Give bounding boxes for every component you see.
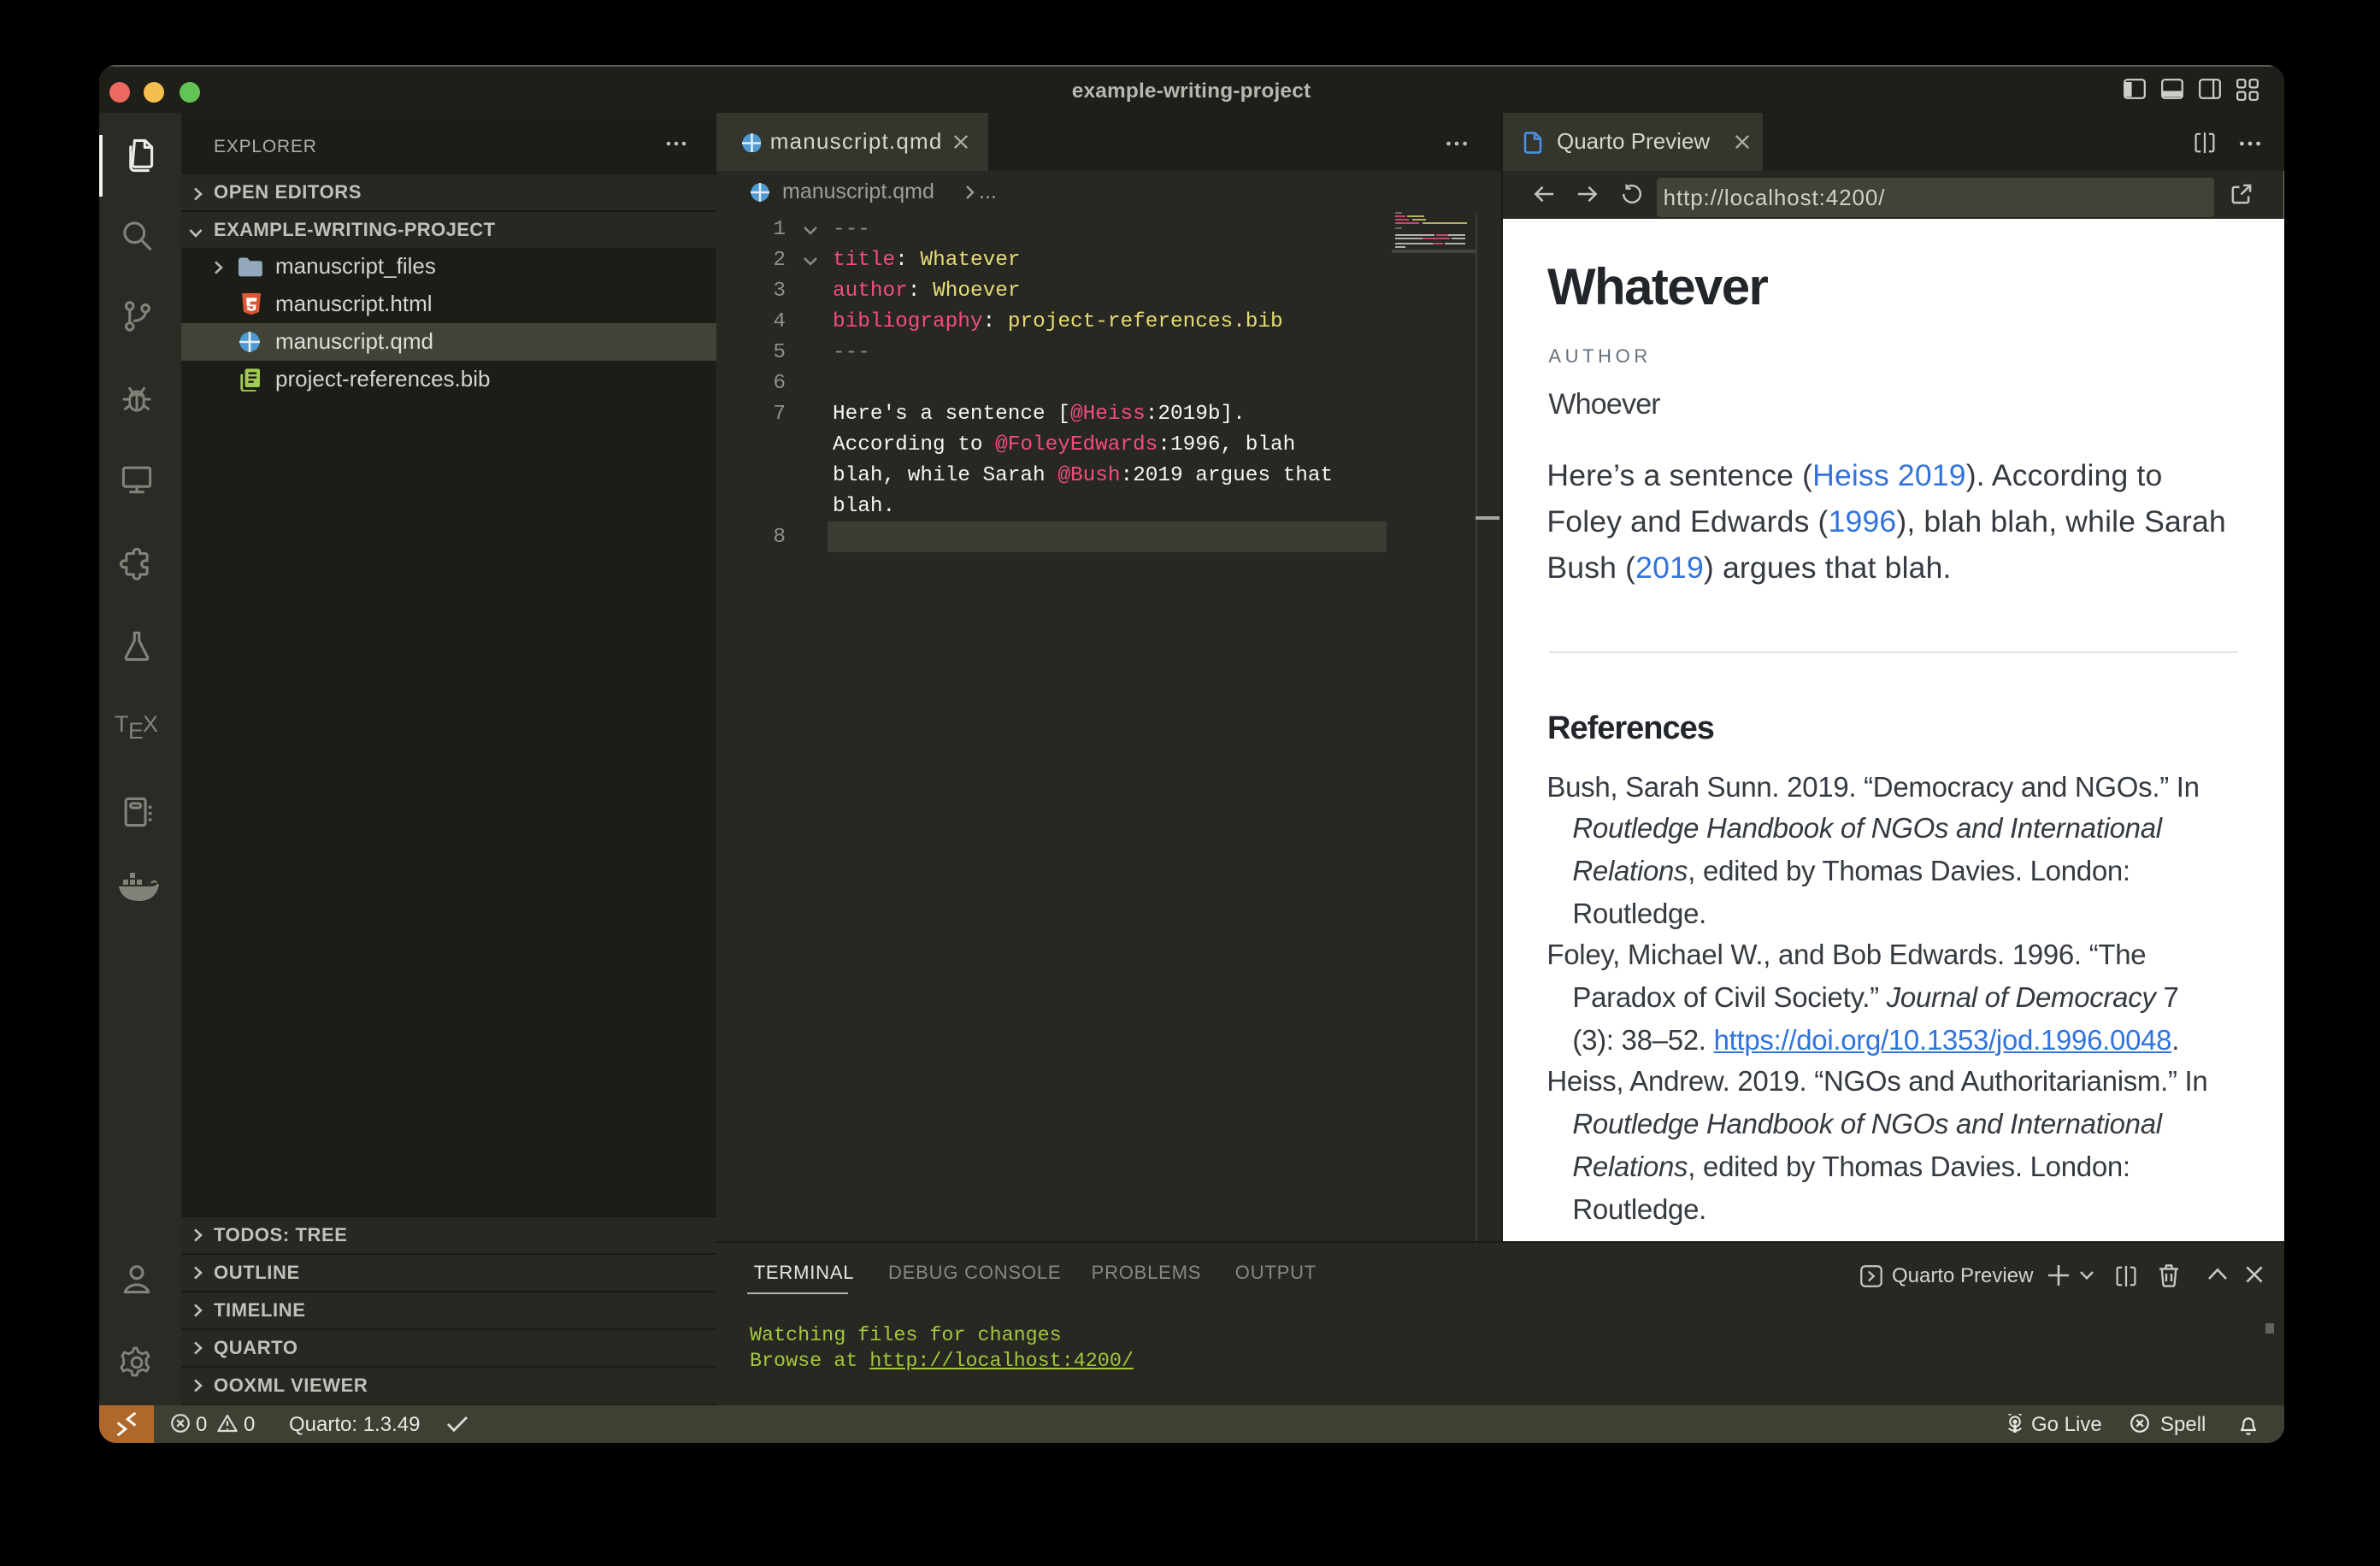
svg-text:T: T — [114, 713, 128, 737]
svg-text:E: E — [127, 718, 143, 740]
svg-text:X: X — [142, 713, 157, 737]
